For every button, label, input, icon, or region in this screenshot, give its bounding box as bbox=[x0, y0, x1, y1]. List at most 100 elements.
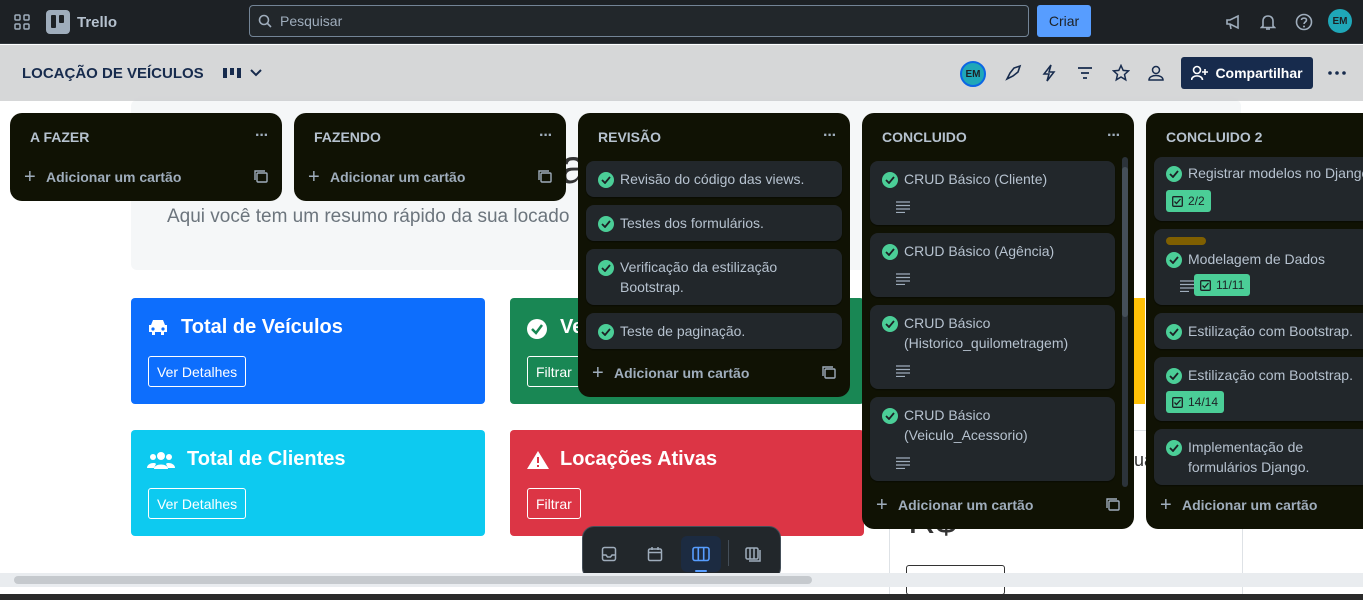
complete-check-icon[interactable] bbox=[1166, 440, 1182, 456]
card-template-icon[interactable] bbox=[254, 170, 268, 184]
search-box[interactable] bbox=[249, 5, 1029, 37]
card-item[interactable]: Modelagem de Dados 11/11 bbox=[1154, 229, 1363, 305]
card-item[interactable]: Implementação de formulários Django. bbox=[1154, 429, 1363, 485]
complete-check-icon[interactable] bbox=[598, 260, 614, 276]
card-template-icon[interactable] bbox=[822, 366, 836, 380]
app-switcher-icon[interactable] bbox=[12, 12, 32, 32]
description-icon bbox=[1180, 280, 1194, 292]
card-item[interactable]: Revisão do código das views. bbox=[586, 161, 842, 197]
complete-check-icon[interactable] bbox=[598, 172, 614, 188]
list-title[interactable]: FAZENDO bbox=[314, 129, 381, 145]
description-icon bbox=[896, 365, 910, 377]
share-button[interactable]: Compartilhar bbox=[1181, 57, 1313, 89]
automation-icon[interactable] bbox=[1039, 63, 1059, 83]
scrollbar-thumb[interactable] bbox=[14, 576, 812, 584]
card-item[interactable]: Testes dos formulários. bbox=[586, 205, 842, 241]
add-card-label: Adicionar um cartão bbox=[614, 365, 750, 381]
card-label[interactable] bbox=[1166, 237, 1206, 245]
star-icon[interactable] bbox=[1111, 63, 1131, 83]
power-ups-icon[interactable] bbox=[1003, 63, 1023, 83]
more-menu-icon[interactable] bbox=[1327, 63, 1347, 83]
list-menu-icon[interactable]: ··· bbox=[255, 127, 269, 145]
board-view-button[interactable] bbox=[681, 536, 721, 572]
list-concluido-2[interactable]: CONCLUIDO 2 Registrar modelos no Django … bbox=[1146, 113, 1363, 529]
filtrar-button[interactable]: Filtrar bbox=[527, 356, 581, 387]
bell-icon[interactable] bbox=[1258, 12, 1278, 32]
create-button[interactable]: Criar bbox=[1037, 5, 1091, 37]
filter-icon[interactable] bbox=[1075, 63, 1095, 83]
welcome-subtitle: Aqui você tem um resumo rápido da sua lo… bbox=[167, 206, 570, 227]
add-card-button[interactable]: + Adicionar um cartão bbox=[308, 163, 465, 191]
card-template-icon[interactable] bbox=[538, 170, 552, 184]
list-concluido[interactable]: CONCLUIDO ··· CRUD Básico (Cliente) CRUD… bbox=[862, 113, 1134, 529]
planner-view-button[interactable] bbox=[635, 536, 675, 572]
complete-check-icon[interactable] bbox=[1166, 324, 1182, 340]
ver-detalhes-button[interactable]: Ver Detalhes bbox=[148, 356, 247, 387]
complete-check-icon[interactable] bbox=[882, 244, 898, 260]
complete-check-icon[interactable] bbox=[1166, 166, 1182, 182]
card-item[interactable]: Teste de paginação. bbox=[586, 313, 842, 349]
complete-check-icon[interactable] bbox=[1166, 368, 1182, 384]
trello-logo-icon bbox=[46, 10, 70, 34]
card-item[interactable]: CRUD Básico (Agência) bbox=[870, 233, 1115, 297]
add-card-button[interactable]: + Adicionar um cartão bbox=[1160, 491, 1317, 519]
list-menu-icon[interactable]: ··· bbox=[539, 127, 553, 145]
complete-check-icon[interactable] bbox=[598, 324, 614, 340]
list-title[interactable]: CONCLUIDO 2 bbox=[1166, 129, 1262, 145]
board-title[interactable]: LOCAÇÃO DE VEÍCULOS bbox=[22, 65, 204, 82]
member-avatar[interactable]: EM bbox=[960, 61, 986, 87]
list-menu-icon[interactable]: ··· bbox=[823, 127, 837, 145]
complete-check-icon[interactable] bbox=[882, 408, 898, 424]
trello-logo[interactable]: Trello bbox=[46, 10, 117, 34]
workspace-visibility-icon[interactable] bbox=[1146, 63, 1166, 83]
help-icon[interactable] bbox=[1294, 12, 1314, 32]
add-card-button[interactable]: + Adicionar um cartão bbox=[24, 163, 181, 191]
card-title: Modelagem de Dados bbox=[1188, 251, 1325, 267]
search-input[interactable] bbox=[278, 12, 978, 30]
list-fazendo[interactable]: FAZENDO ··· + Adicionar um cartão bbox=[294, 113, 566, 201]
list-a-fazer[interactable]: A FAZER ··· + Adicionar um cartão bbox=[10, 113, 282, 201]
card-title: CRUD Básico (Veiculo_Acessorio) bbox=[904, 407, 1028, 443]
complete-check-icon[interactable] bbox=[598, 216, 614, 232]
card-item[interactable]: Estilização com Bootstrap. 14/14 bbox=[1154, 357, 1363, 421]
board-view-icon[interactable] bbox=[222, 63, 242, 83]
add-person-icon bbox=[1191, 65, 1209, 81]
filtrar-button[interactable]: Filtrar bbox=[527, 488, 581, 519]
list-title[interactable]: REVISÃO bbox=[598, 129, 661, 145]
card-item[interactable]: CRUD Básico (Historico_quilometragem) bbox=[870, 305, 1115, 389]
bottom-edge bbox=[0, 594, 1363, 600]
card-title: Verificação da estilização Bootstrap. bbox=[620, 259, 778, 295]
add-card-button[interactable]: + Adicionar um cartão bbox=[876, 491, 1033, 519]
chevron-down-icon[interactable] bbox=[246, 63, 266, 83]
users-icon bbox=[147, 450, 175, 470]
list-scrollbar[interactable] bbox=[1122, 157, 1128, 487]
account-avatar[interactable]: EM bbox=[1328, 9, 1352, 33]
card-item[interactable]: Verificação da estilização Bootstrap. bbox=[586, 249, 842, 305]
card-title: CRUD Básico (Historico_quilometragem) bbox=[904, 315, 1069, 351]
warning-icon bbox=[526, 450, 550, 470]
switch-boards-button[interactable] bbox=[734, 536, 774, 572]
scrollbar-thumb[interactable] bbox=[1122, 167, 1128, 317]
card-item[interactable]: CRUD Básico (Veiculo_Acessorio) bbox=[870, 397, 1115, 481]
list-menu-icon[interactable]: ··· bbox=[1107, 127, 1121, 145]
card-item[interactable]: Estilização com Bootstrap. bbox=[1154, 313, 1363, 349]
list-title[interactable]: CONCLUIDO bbox=[882, 129, 967, 145]
card-item[interactable]: Registrar modelos no Django 2/2 bbox=[1154, 157, 1363, 221]
card-title: Estilização com Bootstrap. bbox=[1188, 367, 1353, 383]
complete-check-icon[interactable] bbox=[882, 316, 898, 332]
card-template-icon[interactable] bbox=[1106, 498, 1120, 512]
inbox-view-button[interactable] bbox=[589, 536, 629, 572]
list-title[interactable]: A FAZER bbox=[30, 129, 89, 145]
complete-check-icon[interactable] bbox=[882, 172, 898, 188]
complete-check-icon[interactable] bbox=[1166, 252, 1182, 268]
add-card-button[interactable]: + Adicionar um cartão bbox=[592, 359, 749, 387]
board-horizontal-scrollbar[interactable] bbox=[0, 573, 1363, 587]
switch-boards-icon bbox=[745, 547, 761, 562]
ver-detalhes-button[interactable]: Ver Detalhes bbox=[148, 488, 247, 519]
list-revisao[interactable]: REVISÃO ··· Revisão do código das views.… bbox=[578, 113, 850, 397]
share-label: Compartilhar bbox=[1215, 65, 1303, 81]
card-title: CRUD Básico (Agência) bbox=[904, 243, 1055, 259]
inbox-icon bbox=[601, 546, 617, 562]
megaphone-icon[interactable] bbox=[1224, 12, 1244, 32]
card-item[interactable]: CRUD Básico (Cliente) bbox=[870, 161, 1115, 225]
